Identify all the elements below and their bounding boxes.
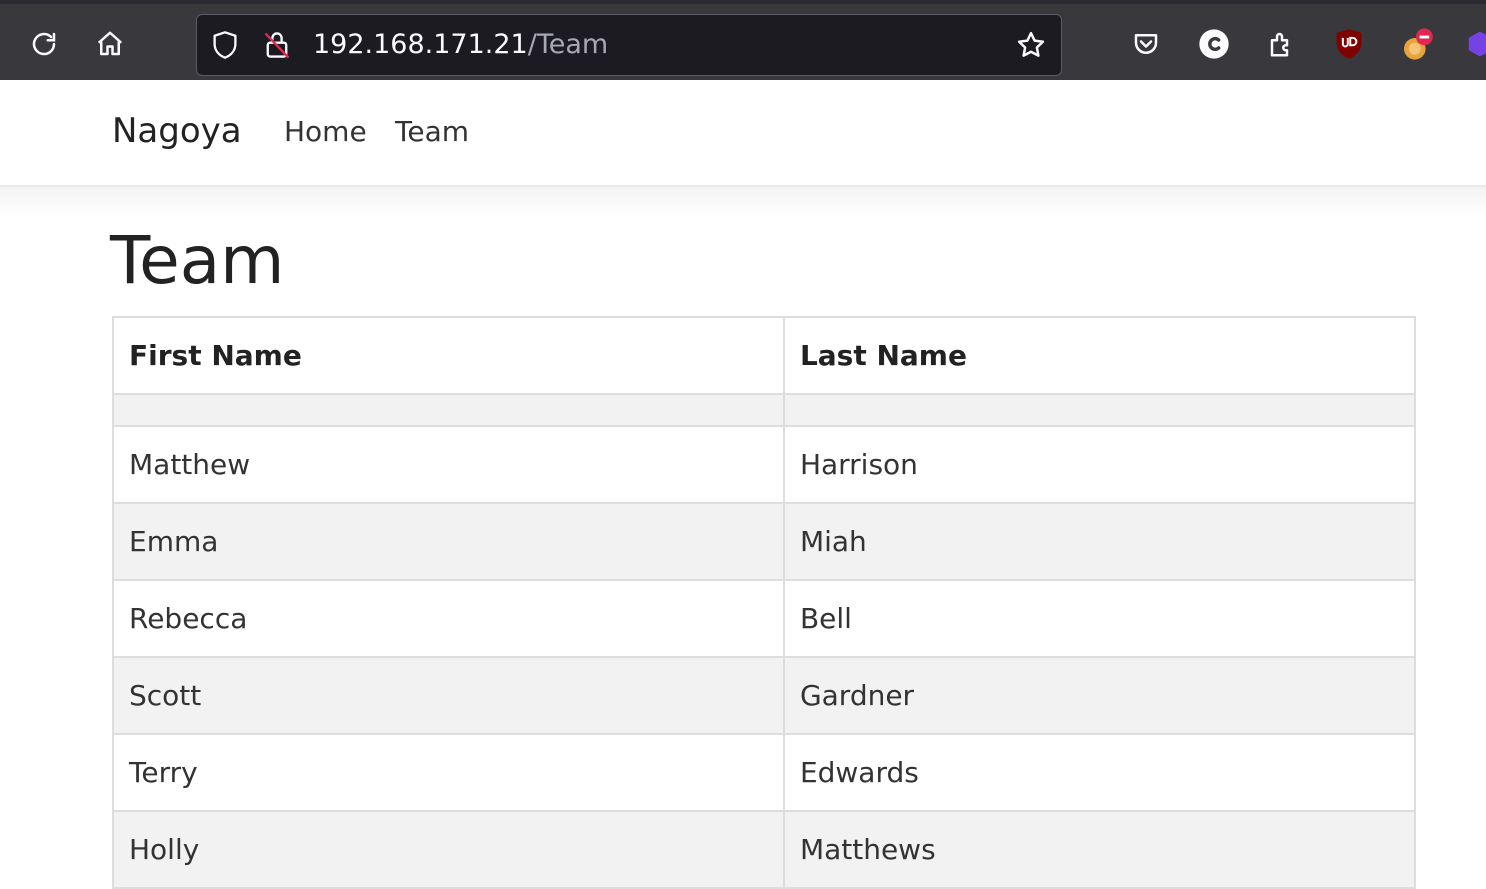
navbar-shadow: [0, 187, 1486, 217]
table-row: Terry Edwards: [112, 733, 1417, 812]
nav-link-team[interactable]: Team: [395, 115, 469, 148]
purple-extension-icon[interactable]: [1462, 26, 1486, 62]
insecure-lock-icon[interactable]: [261, 29, 293, 61]
extensions-puzzle-icon[interactable]: [1264, 26, 1300, 62]
page-title: Team: [110, 222, 285, 299]
table-row: Scott Gardner: [112, 656, 1417, 735]
brand-link[interactable]: Nagoya: [112, 111, 242, 151]
last-name-cell: Miah: [782, 502, 1417, 581]
shield-icon[interactable]: [209, 29, 241, 61]
bookmark-star-icon[interactable]: [1015, 29, 1047, 61]
reload-icon[interactable]: [26, 26, 62, 62]
table-row: Emma Miah: [112, 502, 1417, 581]
url-path: /Team: [527, 29, 609, 60]
header-first-name: First Name: [112, 316, 785, 395]
url-host: 192.168.171.21: [313, 29, 528, 60]
first-name-cell: Rebecca: [112, 579, 785, 658]
browser-toolbar: 192.168.171.21/Team: [0, 0, 1486, 80]
first-name-cell: [112, 393, 785, 427]
table-row: Rebecca Bell: [112, 579, 1417, 658]
last-name-cell: Harrison: [782, 425, 1417, 504]
extension-blocked-icon[interactable]: [1398, 26, 1434, 62]
url-bar[interactable]: 192.168.171.21/Team: [196, 14, 1062, 76]
nav-link-home[interactable]: Home: [284, 115, 367, 148]
c-extension-icon[interactable]: [1196, 26, 1232, 62]
first-name-cell: Matthew: [112, 425, 785, 504]
table-header-row: First Name Last Name: [112, 316, 1417, 395]
table-row: [112, 393, 1417, 427]
home-icon[interactable]: [92, 26, 128, 62]
last-name-cell: Bell: [782, 579, 1417, 658]
last-name-cell: Gardner: [782, 656, 1417, 735]
header-last-name: Last Name: [782, 316, 1417, 395]
url-text[interactable]: 192.168.171.21/Team: [313, 15, 608, 75]
first-name-cell: Scott: [112, 656, 785, 735]
team-table: First Name Last Name Matthew Harrison Em…: [112, 316, 1417, 889]
last-name-cell: [782, 393, 1417, 427]
first-name-cell: Terry: [112, 733, 785, 812]
pocket-icon[interactable]: [1128, 26, 1164, 62]
last-name-cell: Edwards: [782, 733, 1417, 812]
ublock-origin-icon[interactable]: [1331, 26, 1367, 62]
site-navbar: Nagoya Home Team: [0, 80, 1486, 187]
first-name-cell: Emma: [112, 502, 785, 581]
table-row: Matthew Harrison: [112, 425, 1417, 504]
